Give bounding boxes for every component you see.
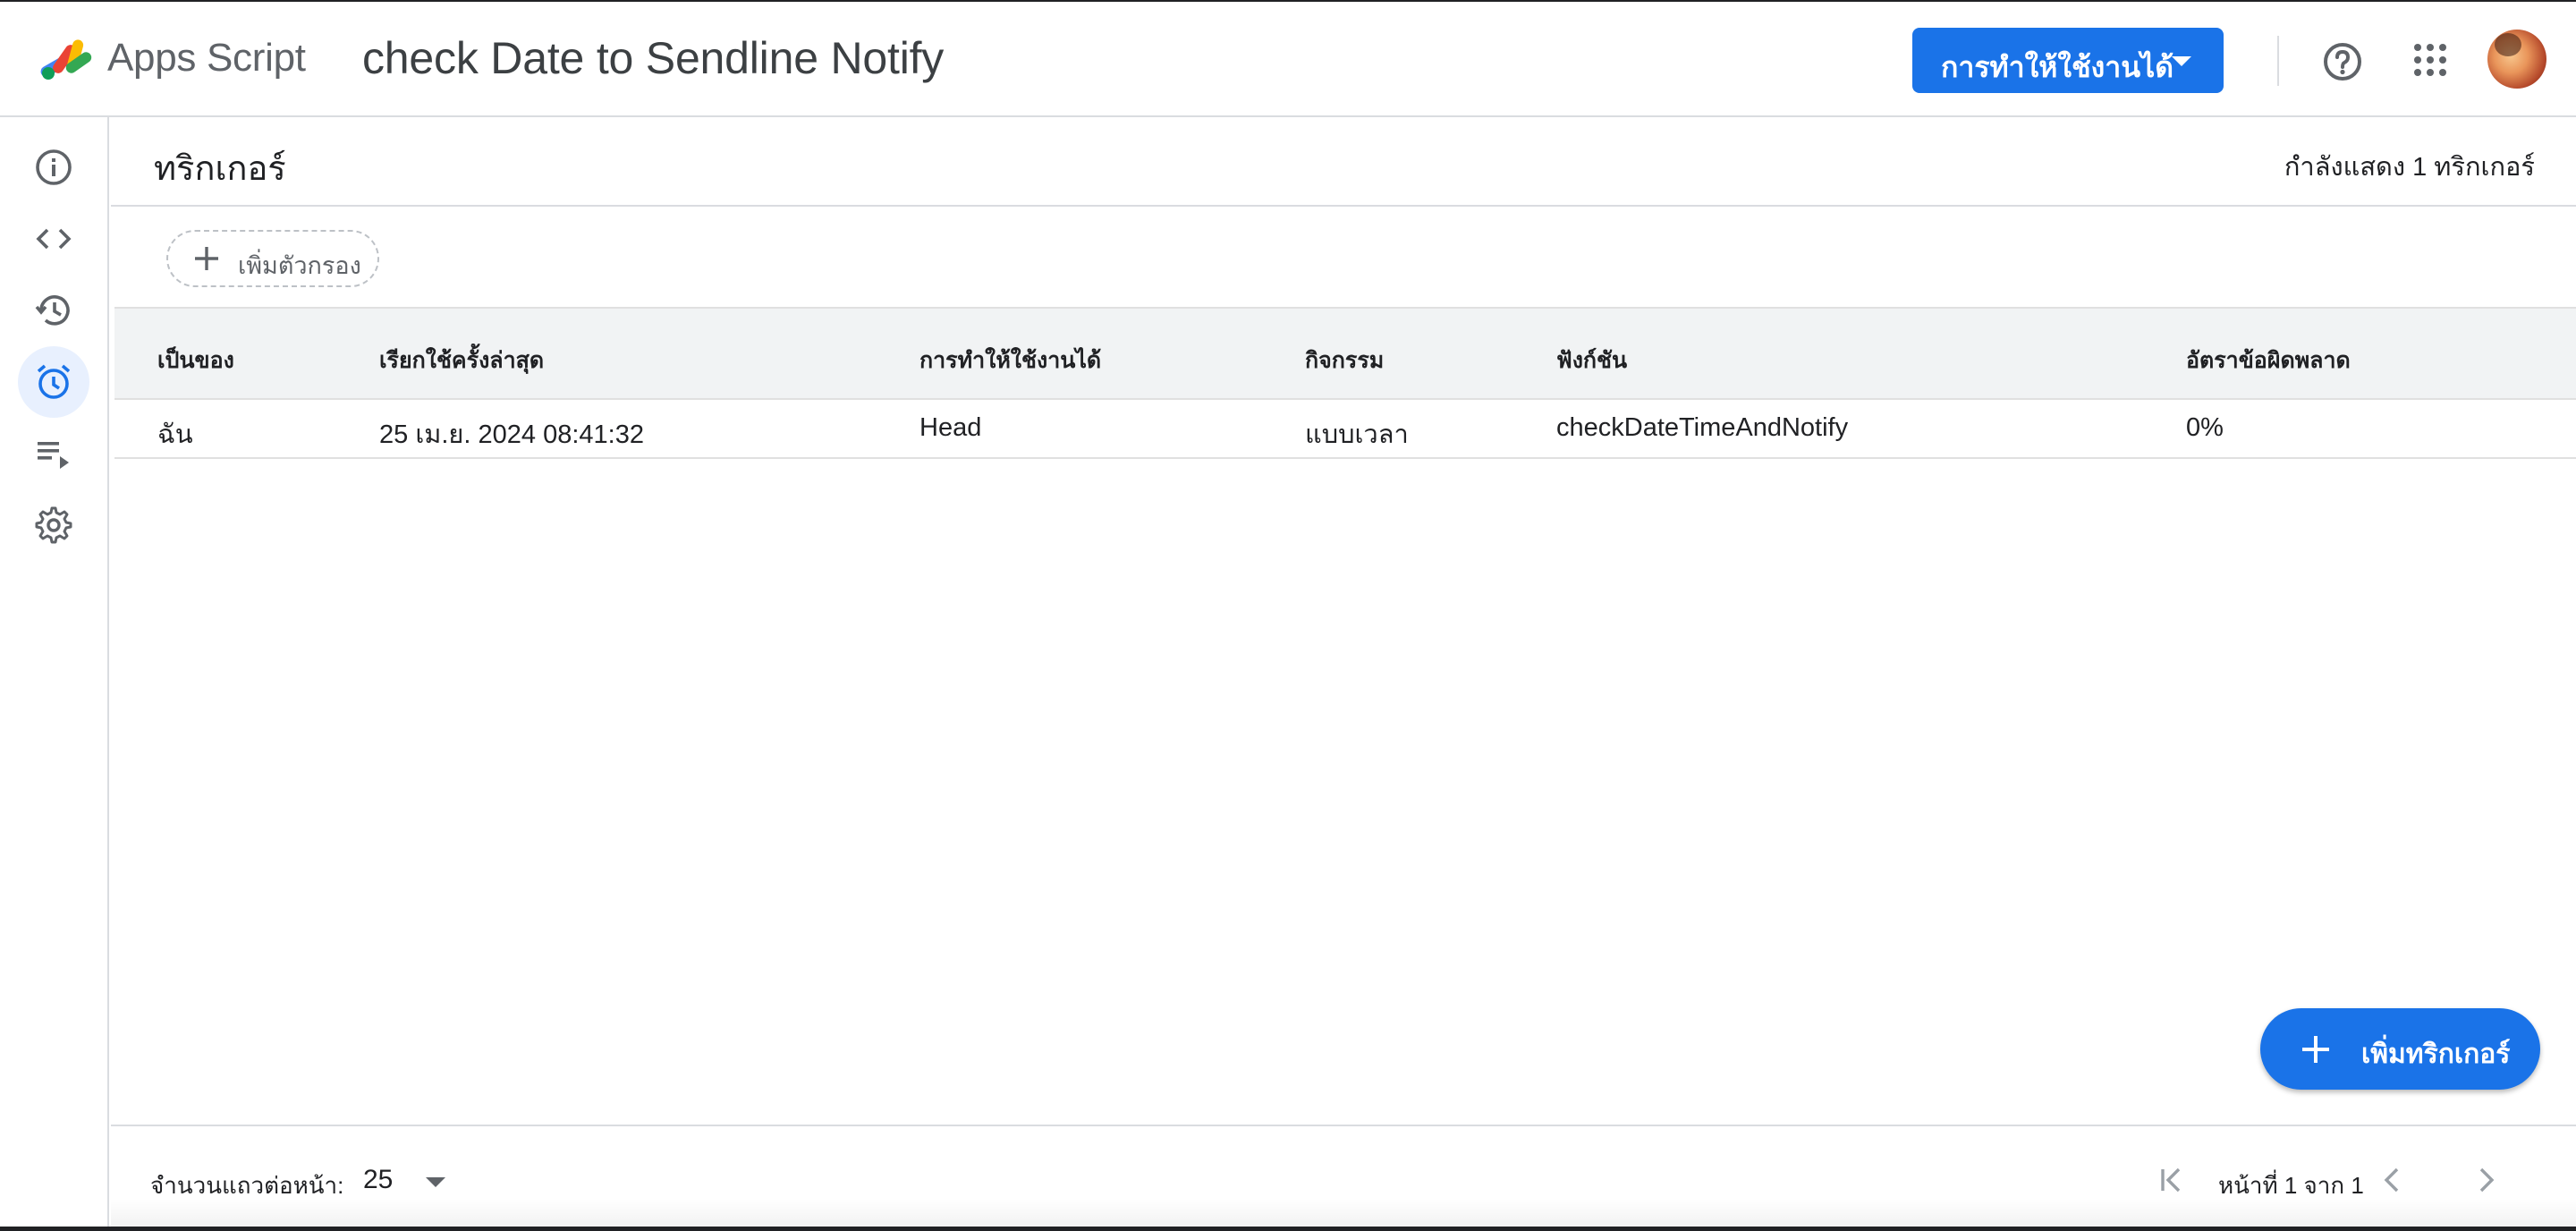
plus-icon (2302, 1036, 2329, 1063)
next-page-icon[interactable] (2469, 1162, 2504, 1198)
column-header-last-run[interactable]: เรียกใช้ครั้งล่าสุด (379, 343, 544, 378)
first-page-icon[interactable] (2154, 1162, 2190, 1198)
cell-last-run: 25 เม.ย. 2024 08:41:32 (379, 420, 644, 449)
playlist-play-icon (38, 442, 69, 469)
chevron-down-icon (426, 1177, 445, 1187)
triggers-table: เป็นของ เรียกใช้ครั้งล่าสุด การทำให้ใช้ง… (114, 307, 2576, 459)
main-content: ทริกเกอร์ กำลังแสดง 1 ทริกเกอร์ เพิ่มตัว… (111, 117, 2576, 1231)
page-header: ทริกเกอร์ กำลังแสดง 1 ทริกเกอร์ (111, 117, 2576, 207)
divider (2277, 36, 2279, 86)
add-trigger-label: เพิ่มทริกเกอร์ (2361, 1040, 2511, 1069)
alarm-clock-icon (37, 364, 71, 399)
deploy-button[interactable]: การทำให้ใช้งานได้ (1912, 28, 2224, 93)
top-app-bar: Apps Script check Date to Sendline Notif… (0, 0, 2576, 117)
column-header-deployment[interactable]: การทำให้ใช้งานได้ (919, 343, 1101, 378)
gear-icon (35, 506, 72, 544)
column-header-event[interactable]: กิจกรรม (1305, 343, 1384, 378)
table-header: เป็นของ เรียกใช้ครั้งล่าสุด การทำให้ใช้ง… (114, 307, 2576, 400)
column-header-owner[interactable]: เป็นของ (157, 343, 234, 378)
cell-deployment: Head (919, 413, 982, 442)
product-name: Apps Script (107, 36, 306, 80)
nav-settings[interactable] (18, 489, 89, 561)
plus-icon (195, 247, 218, 270)
cell-owner: ฉัน (157, 420, 193, 449)
window-bottom-edge (0, 1227, 2576, 1231)
nav-editor[interactable] (18, 203, 89, 275)
add-trigger-button[interactable]: เพิ่มทริกเกอร์ (2260, 1008, 2540, 1090)
rows-per-page-value: 25 (363, 1165, 394, 1194)
add-filter-button[interactable]: เพิ่มตัวกรอง (166, 230, 379, 287)
nav-overview[interactable] (18, 132, 89, 203)
trigger-count: กำลังแสดง 1 ทริกเกอร์ (2284, 153, 2535, 182)
code-icon (36, 228, 72, 250)
cell-event: แบบเวลา (1305, 420, 1409, 449)
project-title[interactable]: check Date to Sendline Notify (362, 32, 944, 84)
previous-page-icon[interactable] (2374, 1162, 2410, 1198)
info-icon (36, 149, 72, 185)
cell-function: checkDateTimeAndNotify (1556, 413, 1849, 442)
column-header-error-rate[interactable]: อัตราข้อผิดพลาด (2186, 343, 2351, 378)
nav-triggers[interactable] (18, 346, 89, 418)
chevron-down-icon (2172, 56, 2191, 66)
help-icon[interactable] (2321, 40, 2364, 83)
left-nav-rail (0, 117, 109, 1231)
apps-script-logo-icon[interactable] (38, 32, 97, 86)
apps-grid-icon[interactable] (2412, 42, 2448, 78)
table-row[interactable]: ฉัน 25 เม.ย. 2024 08:41:32 Head แบบเวลา … (114, 400, 2576, 459)
nav-project-history[interactable] (18, 275, 89, 346)
deploy-button-label: การทำให้ใช้งานได้ (1941, 51, 2174, 83)
nav-executions[interactable] (18, 418, 89, 489)
cell-error-rate: 0% (2186, 413, 2224, 442)
avatar[interactable] (2487, 30, 2546, 89)
filter-bar: เพิ่มตัวกรอง (111, 207, 2576, 307)
add-filter-label: เพิ่มตัวกรอง (238, 252, 361, 279)
page-title: ทริกเกอร์ (154, 150, 286, 188)
history-icon (35, 295, 70, 326)
column-header-function[interactable]: ฟังก์ชัน (1556, 343, 1627, 378)
